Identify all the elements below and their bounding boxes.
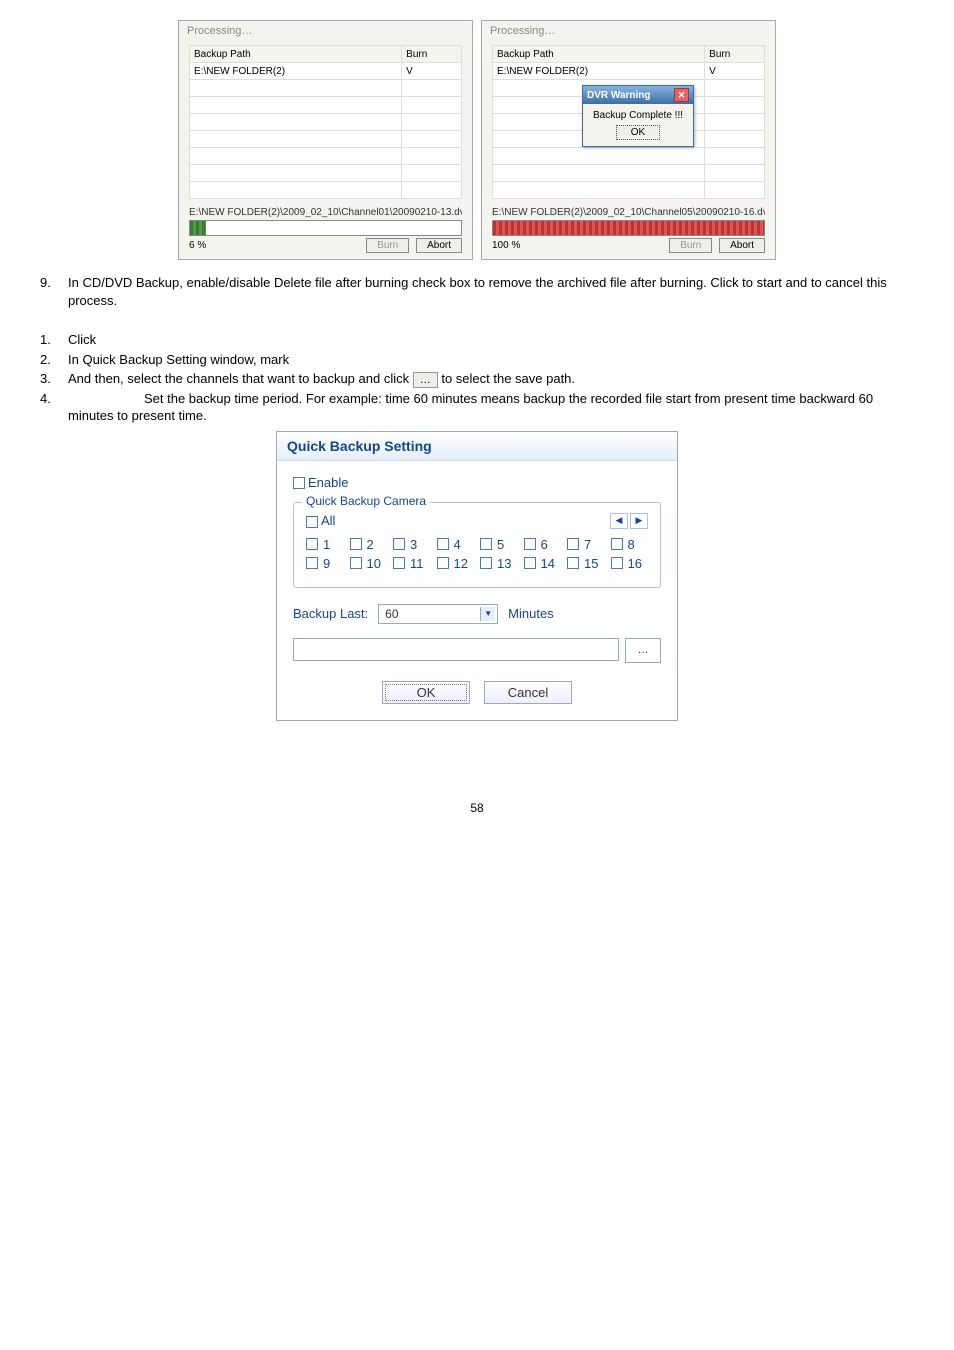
checkbox-icon (524, 557, 536, 569)
checkbox-icon (611, 538, 623, 550)
col-burn: Burn (402, 46, 462, 63)
backup-minutes-select[interactable]: 60 ▼ (378, 604, 498, 624)
save-path-input[interactable] (293, 638, 619, 661)
dvr-warning-title: DVR Warning (587, 90, 651, 101)
checkbox-icon (567, 557, 579, 569)
checkbox-icon (611, 557, 623, 569)
channel-checkbox-16[interactable]: 16 (611, 556, 649, 571)
instruction-1: Click (68, 331, 914, 349)
qbs-title: Quick Backup Setting (277, 432, 677, 461)
channel-checkbox-14[interactable]: 14 (524, 556, 562, 571)
instruction-3: And then, select the channels that want … (68, 370, 914, 388)
checkbox-icon (306, 557, 318, 569)
cell-burn: V (402, 63, 462, 80)
group-legend: Quick Backup Camera (302, 494, 430, 508)
channel-checkbox-11[interactable]: 11 (393, 556, 431, 571)
list-num-4: 4. (40, 390, 68, 425)
chevron-down-icon: ▼ (480, 607, 495, 621)
checkbox-icon (480, 557, 492, 569)
burn-button[interactable]: Burn (366, 238, 409, 253)
checkbox-icon (437, 538, 449, 550)
channel-checkbox-1[interactable]: 1 (306, 537, 344, 552)
list-num-9: 9. (40, 274, 68, 309)
minutes-label: Minutes (508, 606, 554, 621)
checkbox-icon (293, 477, 305, 489)
channel-checkbox-2[interactable]: 2 (350, 537, 388, 552)
pct-right: 100 % (492, 240, 520, 251)
cell-burn: V (705, 63, 765, 80)
channel-checkbox-4[interactable]: 4 (437, 537, 475, 552)
dvr-warning-dialog: DVR Warning ✕ Backup Complete !!! OK (582, 85, 694, 147)
prev-arrow-icon[interactable]: ◀ (610, 513, 628, 529)
checkbox-icon (437, 557, 449, 569)
checkbox-icon (306, 538, 318, 550)
cell-path: E:\NEW FOLDER(2) (493, 63, 705, 80)
checkbox-icon (306, 516, 318, 528)
progress-left (189, 220, 462, 236)
list-num-2: 2. (40, 351, 68, 369)
channel-checkbox-3[interactable]: 3 (393, 537, 431, 552)
backup-last-label: Backup Last: (293, 606, 368, 621)
instruction-9: In CD/DVD Backup, enable/disable Delete … (68, 274, 914, 309)
ok-button[interactable]: OK (382, 681, 470, 704)
instruction-2: In Quick Backup Setting window, mark (68, 351, 914, 369)
channel-checkbox-6[interactable]: 6 (524, 537, 562, 552)
browse-button[interactable]: … (625, 638, 661, 663)
col-burn: Burn (705, 46, 765, 63)
list-num-1: 1. (40, 331, 68, 349)
browse-inline-button[interactable]: … (413, 372, 438, 388)
all-checkbox[interactable]: All (306, 513, 335, 528)
enable-checkbox[interactable]: Enable (293, 475, 661, 490)
pct-left: 6 % (189, 240, 206, 251)
checkbox-icon (350, 538, 362, 550)
current-file-right: E:\NEW FOLDER(2)\2009_02_10\Channel05\20… (492, 207, 765, 218)
checkbox-icon (524, 538, 536, 550)
col-backup-path: Backup Path (493, 46, 705, 63)
abort-button[interactable]: Abort (719, 238, 765, 253)
cancel-button[interactable]: Cancel (484, 681, 572, 704)
current-file-left: E:\NEW FOLDER(2)\2009_02_10\Channel01\20… (189, 207, 462, 218)
channel-checkbox-8[interactable]: 8 (611, 537, 649, 552)
quick-backup-setting-dialog: Quick Backup Setting Enable Quick Backup… (276, 431, 678, 721)
backup-table-left: Backup Path Burn E:\NEW FOLDER(2) V (189, 45, 462, 199)
cell-path: E:\NEW FOLDER(2) (190, 63, 402, 80)
close-icon[interactable]: ✕ (674, 88, 689, 102)
channel-checkbox-5[interactable]: 5 (480, 537, 518, 552)
page-number: 58 (40, 801, 914, 815)
processing-title-right: Processing… (482, 21, 775, 39)
list-num-3: 3. (40, 370, 68, 388)
channel-checkbox-13[interactable]: 13 (480, 556, 518, 571)
instruction-4: Set the backup time period. For example:… (68, 390, 914, 425)
channel-checkbox-15[interactable]: 15 (567, 556, 605, 571)
checkbox-icon (480, 538, 492, 550)
channel-checkbox-12[interactable]: 12 (437, 556, 475, 571)
channel-checkbox-9[interactable]: 9 (306, 556, 344, 571)
channel-checkbox-10[interactable]: 10 (350, 556, 388, 571)
checkbox-icon (393, 557, 405, 569)
burn-button[interactable]: Burn (669, 238, 712, 253)
checkbox-icon (393, 538, 405, 550)
channel-checkbox-7[interactable]: 7 (567, 537, 605, 552)
dvr-warning-msg: Backup Complete !!! (589, 110, 687, 121)
checkbox-icon (350, 557, 362, 569)
dvr-warning-ok[interactable]: OK (616, 125, 660, 140)
progress-right (492, 220, 765, 236)
next-arrow-icon[interactable]: ▶ (630, 513, 648, 529)
checkbox-icon (567, 538, 579, 550)
processing-title-left: Processing… (179, 21, 472, 39)
abort-button[interactable]: Abort (416, 238, 462, 253)
col-backup-path: Backup Path (190, 46, 402, 63)
